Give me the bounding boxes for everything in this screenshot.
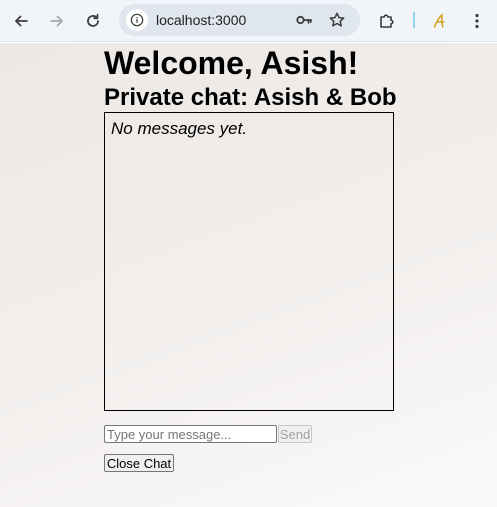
profile-button[interactable] bbox=[428, 9, 452, 33]
profile-script-a-icon bbox=[433, 13, 445, 28]
site-info-icon bbox=[130, 13, 144, 27]
star-icon bbox=[329, 12, 345, 27]
empty-messages-text: No messages yet. bbox=[111, 119, 248, 138]
reload-button[interactable] bbox=[81, 9, 105, 33]
close-chat-button[interactable]: Close Chat bbox=[104, 454, 174, 472]
bookmark-button[interactable] bbox=[328, 11, 346, 29]
address-bar[interactable]: localhost:3000 bbox=[119, 4, 360, 36]
site-info-button[interactable] bbox=[126, 9, 148, 31]
welcome-heading: Welcome, Asish! bbox=[104, 45, 359, 81]
puzzle-icon bbox=[380, 14, 394, 28]
messages-box[interactable]: No messages yet. bbox=[104, 112, 394, 411]
extensions-button[interactable] bbox=[375, 9, 399, 33]
toolbar-divider bbox=[413, 12, 415, 28]
browser-toolbar: localhost:3000 bbox=[0, 0, 497, 42]
send-button[interactable]: Send bbox=[278, 425, 312, 443]
browser-menu-button[interactable] bbox=[465, 9, 489, 33]
message-input[interactable] bbox=[104, 425, 277, 443]
kebab-menu-icon bbox=[475, 13, 479, 29]
password-key-button[interactable] bbox=[295, 11, 313, 29]
forward-button[interactable] bbox=[45, 9, 69, 33]
page-viewport: Welcome, Asish! Private chat: Asish & Bo… bbox=[0, 43, 497, 507]
reload-icon bbox=[87, 13, 99, 27]
back-button[interactable] bbox=[9, 9, 33, 33]
arrow-left-icon bbox=[15, 15, 28, 27]
chat-title: Private chat: Asish & Bob bbox=[104, 84, 397, 111]
key-icon bbox=[296, 15, 312, 25]
url-text[interactable]: localhost:3000 bbox=[156, 12, 246, 28]
arrow-right-icon bbox=[50, 15, 63, 27]
